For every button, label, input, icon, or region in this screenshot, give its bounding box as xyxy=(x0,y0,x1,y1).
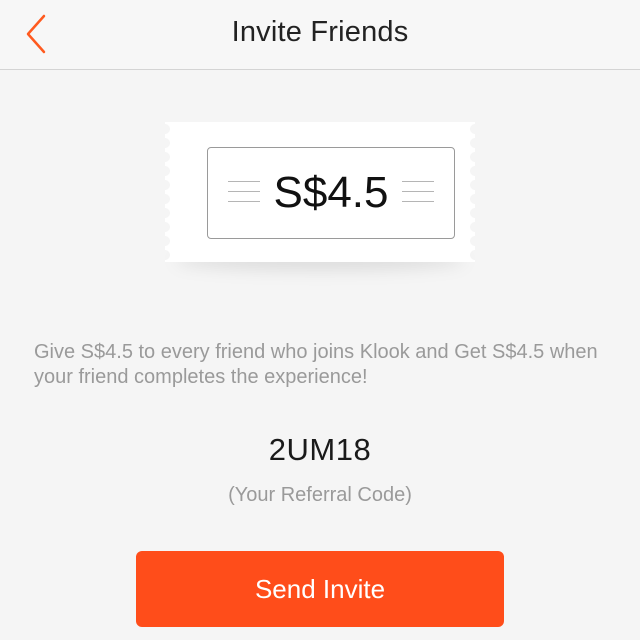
nav-header: Invite Friends xyxy=(0,0,640,70)
referral-code-label: (Your Referral Code) xyxy=(228,484,412,506)
page-title: Invite Friends xyxy=(231,16,409,48)
referral-code: 2UM18 xyxy=(268,432,372,467)
decorative-lines-right xyxy=(402,181,434,211)
voucher-ticket: S$4.5 xyxy=(155,118,485,278)
send-invite-button[interactable]: Send Invite xyxy=(136,551,504,627)
invite-description: Give S$4.5 to every friend who joins Klo… xyxy=(34,341,598,388)
ticket-frame: S$4.5 xyxy=(207,147,455,239)
ticket-card: S$4.5 xyxy=(165,122,475,262)
